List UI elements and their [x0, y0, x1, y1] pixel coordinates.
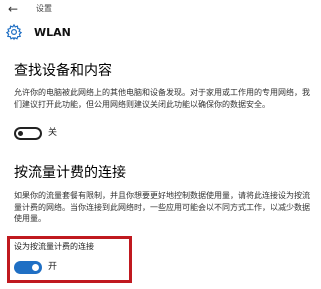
- metered-toggle-label: 设为按流量计费的连接: [14, 242, 94, 251]
- metered-toggle-state: 开: [48, 262, 58, 272]
- toggle-knob: [18, 131, 23, 136]
- metered-toggle-row: 开: [14, 261, 134, 275]
- find-devices-toggle[interactable]: [14, 127, 42, 140]
- page-title: WLAN: [34, 26, 71, 39]
- find-devices-heading: 查找设备和内容: [14, 63, 112, 79]
- metered-connection-description: 如果你的流量套餐有限制，并且你想要更好地控制数据使用量，请将此连接设为按流量计费…: [14, 191, 310, 224]
- metered-toggle[interactable]: [14, 261, 42, 274]
- find-devices-toggle-state: 关: [48, 128, 58, 138]
- title-bar: ← 设置: [0, 0, 321, 20]
- metered-connection-heading: 按流量计费的连接: [14, 165, 126, 181]
- gear-icon: [5, 23, 23, 41]
- page-header: WLAN: [0, 20, 321, 46]
- window-title: 设置: [36, 4, 52, 13]
- find-devices-toggle-row: 关: [14, 127, 134, 141]
- toggle-knob: [32, 264, 39, 271]
- find-devices-description: 允许你的电脑被此网络上的其他电脑和设备发现。对于家用或工作用的专用网络，我们建议…: [14, 88, 310, 109]
- back-arrow-icon[interactable]: ←: [8, 2, 18, 16]
